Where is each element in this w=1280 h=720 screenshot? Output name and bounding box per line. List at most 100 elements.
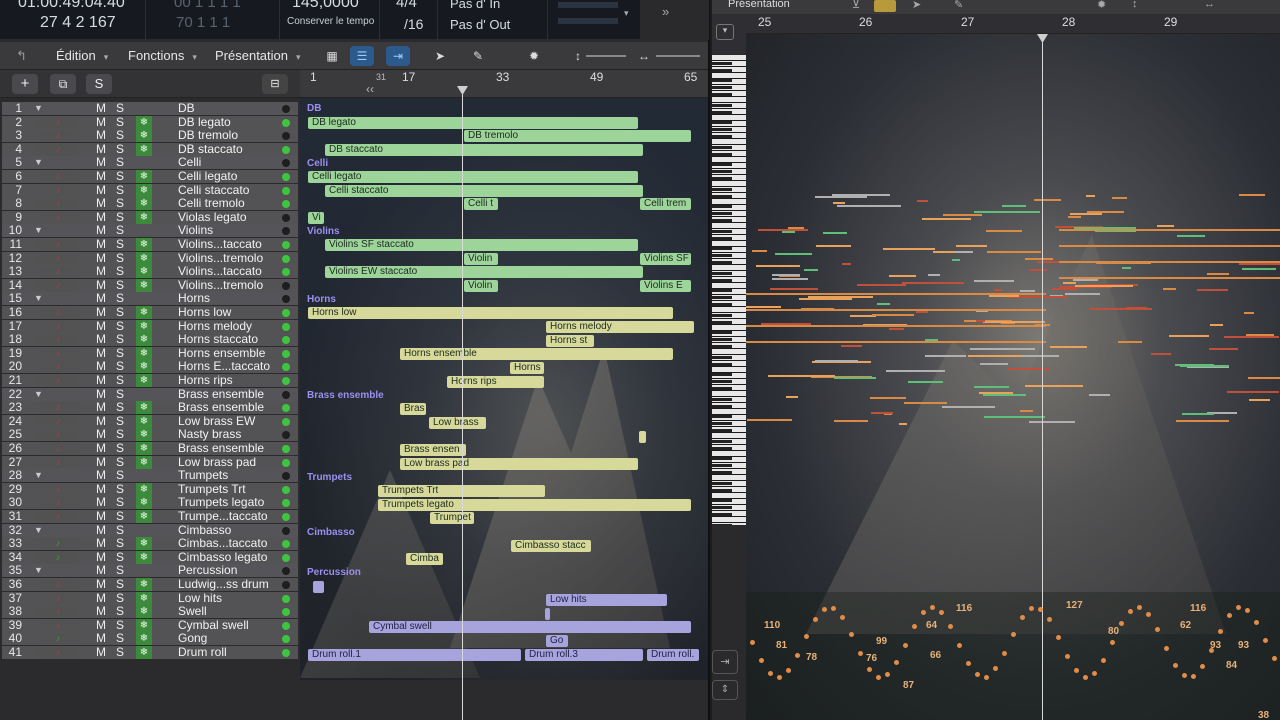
track-row[interactable]: 39 ♪ M S ❄ Cymbal swell (2, 618, 298, 633)
filter-icon[interactable]: ⊻ (852, 0, 860, 11)
midi-note[interactable] (1118, 341, 1142, 343)
gear-icon[interactable]: ✹ (522, 46, 546, 66)
track-name[interactable]: Horns low (178, 305, 231, 320)
midi-note[interactable] (1207, 273, 1229, 275)
instrument-icon[interactable]: ♪ (38, 633, 78, 645)
mute-button[interactable]: M (96, 224, 106, 238)
track-row[interactable]: 2 ♪ M S ❄ DB legato (2, 115, 298, 130)
midi-note[interactable] (1157, 225, 1174, 227)
automation-point[interactable] (1083, 675, 1088, 680)
solo-button[interactable]: S (116, 387, 124, 402)
solo-button[interactable]: S (116, 115, 124, 130)
midi-note[interactable] (747, 419, 792, 421)
solo-button[interactable]: S (116, 645, 124, 660)
solo-button[interactable]: S (116, 237, 124, 252)
midi-note[interactable] (1227, 391, 1279, 393)
track-name[interactable]: Violins (178, 224, 213, 238)
region-drum-roll-1[interactable]: Drum roll.1 (308, 649, 521, 661)
solo-button[interactable]: S (116, 455, 124, 470)
track-name[interactable]: Celli tremolo (178, 197, 245, 211)
midi-note[interactable] (1239, 263, 1280, 265)
midi-note[interactable] (1244, 312, 1254, 314)
midi-note-long[interactable] (746, 293, 1046, 295)
menu-presentation[interactable]: Présentation ▾ (215, 48, 301, 63)
automation-point[interactable] (1272, 656, 1277, 661)
midi-note[interactable] (956, 245, 987, 247)
midi-note[interactable] (786, 396, 798, 398)
instrument-icon[interactable]: ♪ (38, 579, 78, 590)
solo-button[interactable]: S (116, 319, 124, 334)
track-name[interactable]: Horns E...taccato (178, 360, 270, 374)
automation-point[interactable] (1155, 627, 1160, 632)
mute-button[interactable]: M (96, 210, 106, 225)
track-name[interactable]: Trumpets (178, 469, 228, 483)
midi-note[interactable] (870, 397, 906, 399)
instrument-icon[interactable]: ♪ (38, 429, 78, 441)
track-name[interactable]: Percussion (178, 564, 237, 578)
midi-note[interactable] (980, 363, 1008, 365)
mute-button[interactable]: M (96, 333, 106, 347)
midi-note[interactable] (1239, 194, 1265, 196)
mute-button[interactable]: M (96, 360, 106, 374)
track-row[interactable]: 31 ♪ M S ❄ Trumpe...taccato (2, 509, 298, 524)
automation-point[interactable] (1011, 632, 1016, 637)
region-nasty-brass[interactable] (639, 431, 646, 443)
track-row[interactable]: 25 ♪ M S ❄ Nasty brass (2, 428, 298, 442)
disclosure-triangle-icon[interactable]: ▼ (34, 224, 43, 238)
region-celli-legato[interactable]: Celli legato (308, 171, 638, 183)
vertical-zoom-icon-right[interactable]: ↕ (1132, 0, 1138, 10)
track-row[interactable]: 4 ♪ M S ❄ DB staccato (2, 142, 298, 157)
midi-note-long[interactable] (746, 341, 1046, 343)
region-cimba[interactable]: Cimba (406, 553, 443, 565)
playhead[interactable] (462, 86, 463, 720)
vertical-zoom-slider[interactable] (586, 55, 626, 57)
automation-point[interactable] (867, 667, 872, 672)
midi-note[interactable] (1073, 279, 1098, 281)
region-trumpet[interactable]: Trumpet (430, 512, 474, 524)
freeze-icon[interactable]: ❄ (136, 482, 152, 496)
automation-point[interactable] (1047, 617, 1052, 622)
midi-note[interactable] (979, 392, 1013, 394)
track-name[interactable]: Trumpets legato (178, 496, 264, 510)
automation-point[interactable] (1137, 605, 1142, 610)
solo-button[interactable]: S (116, 373, 124, 388)
region-db-legato[interactable]: DB legato (308, 117, 638, 129)
automation-point[interactable] (912, 624, 917, 629)
freeze-icon[interactable]: ❄ (136, 455, 152, 469)
solo-button[interactable]: S (116, 142, 124, 157)
mute-button[interactable]: M (96, 496, 106, 510)
midi-note[interactable] (1034, 199, 1061, 201)
midi-note[interactable] (1246, 334, 1274, 336)
midi-note[interactable] (756, 265, 800, 267)
region-swell[interactable] (545, 608, 550, 620)
mute-button[interactable]: M (96, 455, 106, 470)
cycle-locator-icon[interactable]: ‹‹ (366, 82, 374, 96)
instrument-icon[interactable]: ♪ (38, 443, 78, 454)
instrument-icon[interactable]: ♪ (38, 551, 78, 563)
midi-note[interactable] (877, 303, 890, 305)
freeze-icon[interactable]: ❄ (136, 197, 152, 211)
midi-note[interactable] (1249, 399, 1270, 401)
freeze-icon[interactable]: ❄ (136, 142, 152, 156)
midi-note[interactable] (1070, 213, 1102, 215)
automation-point[interactable] (1209, 648, 1214, 653)
freeze-icon[interactable]: ❄ (136, 550, 152, 564)
solo-button[interactable]: S (116, 101, 124, 116)
track-name[interactable]: Violas legato (178, 210, 247, 225)
track-row[interactable]: 36 ♪ M S ❄ Ludwig...ss drum (2, 577, 298, 592)
automation-point[interactable] (768, 671, 773, 676)
midi-note[interactable] (943, 214, 982, 216)
track-name[interactable]: DB legato (178, 115, 231, 130)
track-row[interactable]: 7 ♪ M S ❄ Celli staccato (2, 183, 298, 198)
instrument-icon[interactable]: ♪ (38, 252, 78, 264)
track-name[interactable]: Violins...taccato (178, 237, 262, 252)
instrument-icon[interactable]: ♪ (38, 171, 78, 182)
mute-button[interactable]: M (96, 237, 106, 252)
automation-point[interactable] (993, 666, 998, 671)
solo-button[interactable]: S (116, 523, 124, 538)
mute-button[interactable]: M (96, 183, 106, 198)
automation-point[interactable] (813, 617, 818, 622)
track-row[interactable]: 41 ♪ M S ❄ Drum roll (2, 645, 298, 660)
region-cimbasso-stacc[interactable]: Cimbasso stacc (511, 540, 591, 552)
midi-note[interactable] (1180, 365, 1229, 367)
